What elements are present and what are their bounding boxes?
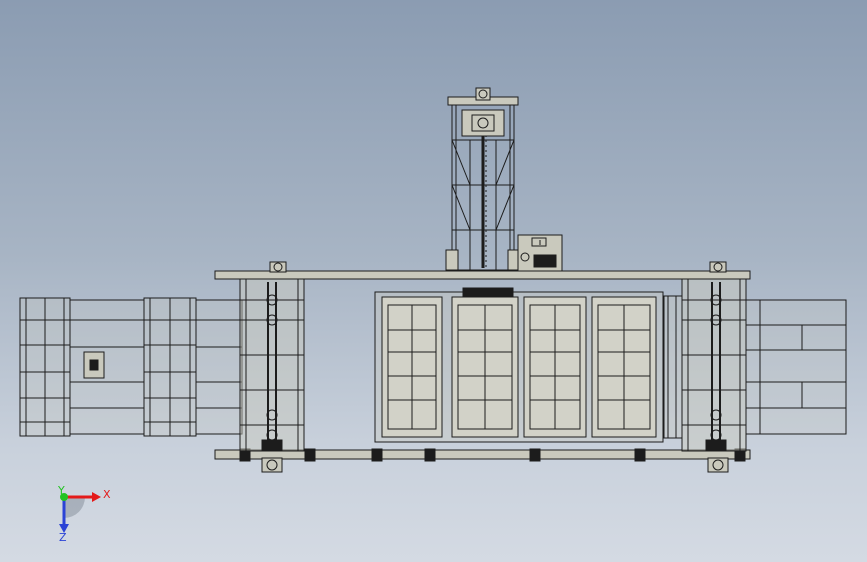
y-axis-label: Y — [57, 484, 65, 497]
x-axis-arrowhead — [92, 492, 101, 502]
cad-drawing: X Y Z — [19, 87, 847, 544]
left-outer-racks — [19, 297, 243, 437]
z-axis-label: Z — [59, 531, 67, 544]
cad-viewport[interactable]: X Y Z — [0, 0, 867, 562]
cabinet-door-3 — [523, 296, 587, 438]
machine-assembly — [19, 87, 847, 473]
center-cabinet — [374, 287, 664, 443]
right-transfer-frame — [663, 278, 747, 452]
control-box — [517, 234, 563, 272]
coordinate-triad: X Y Z — [57, 484, 111, 544]
cabinet-door-1 — [381, 296, 443, 438]
left-transfer-frame — [239, 278, 305, 452]
bottom-rail — [214, 448, 751, 473]
right-outer-racks — [745, 299, 847, 435]
cabinet-door-4 — [591, 296, 657, 438]
cabinet-door-2 — [451, 296, 519, 438]
x-axis-label: X — [103, 488, 111, 501]
lifting-tower — [445, 87, 521, 271]
